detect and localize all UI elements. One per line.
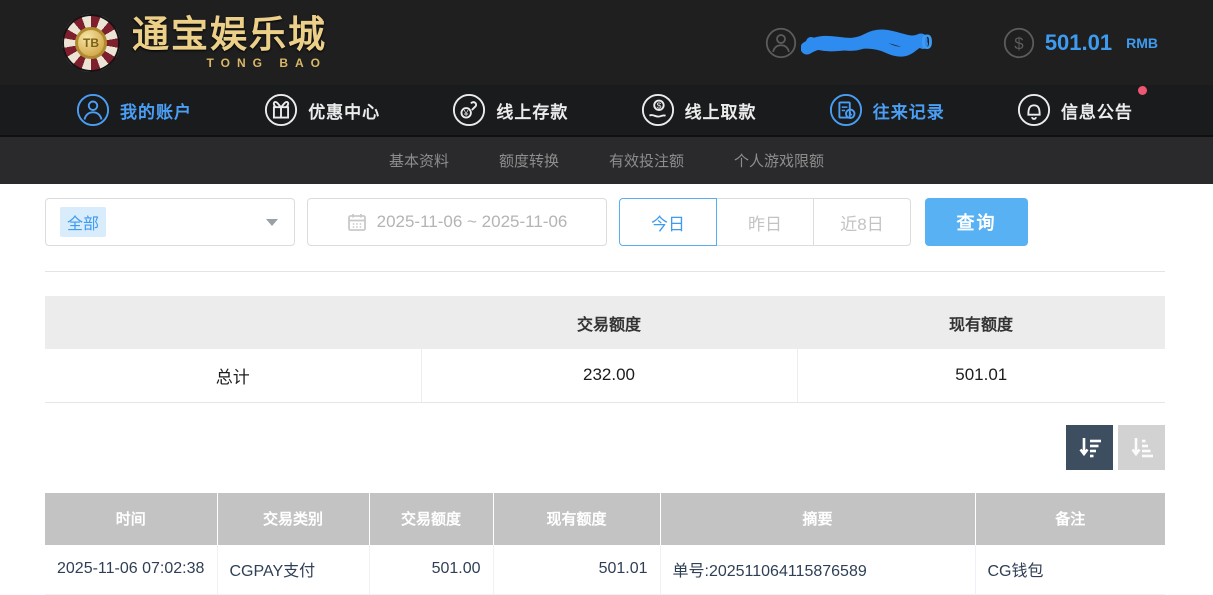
col-header-trade-amount: 交易额度 [369, 493, 493, 545]
subnav-item-valid-bets[interactable]: 有效投注额 [609, 150, 684, 171]
svg-text:¥: ¥ [463, 108, 469, 118]
summary-header-current-amount: 现有额度 [797, 296, 1165, 349]
nav-item-promotions[interactable]: 优惠中心 [264, 93, 380, 127]
subnav-item-personal-game-limit[interactable]: 个人游戏限额 [734, 150, 824, 171]
summary-header-trade-amount: 交易额度 [421, 296, 797, 349]
brand-logo[interactable]: TB 通宝娱乐城 TONG BAO [62, 14, 327, 72]
record-row: 2025-11-06 07:02:38 CGPAY支付 501.00 501.0… [45, 545, 1165, 595]
gift-icon [264, 93, 298, 127]
chevron-down-icon [266, 219, 278, 226]
col-header-current-amount: 现有额度 [493, 493, 660, 545]
nav-item-withdraw[interactable]: $ 线上取款 [641, 93, 757, 127]
balance-amount: 501.01 [1045, 30, 1112, 56]
nav-item-my-account[interactable]: 我的账户 [76, 93, 192, 127]
col-header-time: 时间 [45, 493, 217, 545]
user-icon [765, 27, 797, 59]
sort-controls [45, 425, 1165, 470]
user-account-display[interactable]: 0 [765, 27, 933, 59]
transaction-type-select[interactable]: 全部 [45, 198, 295, 246]
main-nav: 我的账户 优惠中心 ¥ 线上存款 $ 线上取款 [0, 85, 1213, 137]
svg-text:$: $ [1014, 34, 1024, 53]
nav-label: 线上取款 [685, 98, 757, 123]
nav-label: 我的账户 [120, 98, 192, 123]
date-range-input[interactable]: 2025-11-06 ~ 2025-11-06 [307, 198, 607, 246]
brand-name-cn: 通宝娱乐城 [132, 17, 327, 54]
record-transaction-type: CGPAY支付 [217, 545, 369, 595]
record-remark: CG钱包 [975, 545, 1165, 595]
nav-item-transaction-records[interactable]: 往来记录 [829, 93, 945, 127]
summary-total-label: 总计 [45, 349, 421, 402]
record-current-amount: 501.01 [493, 545, 660, 595]
sort-descending-icon [1077, 434, 1103, 460]
balance-currency: RMB [1126, 35, 1158, 51]
sort-descending-button[interactable] [1066, 425, 1113, 470]
last-8-days-button[interactable]: 近8日 [813, 198, 911, 246]
casino-chip-icon: TB [62, 14, 120, 72]
selected-type-value: 全部 [60, 207, 106, 237]
redacted-username-scribble [801, 28, 929, 58]
section-divider [45, 271, 1165, 272]
records-clipboard-icon [829, 93, 863, 127]
records-table: 时间 交易类别 交易额度 现有额度 摘要 备注 2025-11-06 07:02… [45, 493, 1165, 595]
top-header: TB 通宝娱乐城 TONG BAO 0 $ [0, 0, 1213, 85]
summary-table: 交易额度 现有额度 总计 232.00 501.01 [45, 296, 1165, 403]
nav-label: 线上存款 [496, 98, 568, 123]
balance-display: $ 501.01 RMB [1003, 27, 1158, 59]
chip-monogram: TB [75, 27, 107, 59]
summary-trade-amount-value: 232.00 [421, 349, 797, 402]
sub-nav: 基本资料 额度转换 有效投注额 个人游戏限额 [0, 137, 1213, 184]
col-header-summary: 摘要 [660, 493, 975, 545]
record-time: 2025-11-06 07:02:38 [45, 545, 217, 595]
notification-badge-dot [1138, 86, 1147, 95]
summary-current-amount-value: 501.01 [797, 349, 1165, 402]
svg-text:$: $ [656, 101, 661, 111]
col-header-remark: 备注 [975, 493, 1165, 545]
brand-name-en: TONG BAO [207, 57, 327, 69]
calendar-icon [347, 212, 367, 232]
content-area: 全部 2025-11-06 ~ 2025-11-06 今日 昨日 近8日 查询 [0, 184, 1213, 595]
date-range-value: 2025-11-06 ~ 2025-11-06 [377, 212, 568, 232]
nav-label: 优惠中心 [308, 98, 380, 123]
records-header-row: 时间 交易类别 交易额度 现有额度 摘要 备注 [45, 493, 1165, 545]
subnav-item-quota-transfer[interactable]: 额度转换 [499, 150, 559, 171]
nav-item-deposit[interactable]: ¥ 线上存款 [452, 93, 568, 127]
summary-header-empty [45, 296, 421, 349]
subnav-item-basic-info[interactable]: 基本资料 [389, 150, 449, 171]
summary-total-row: 总计 232.00 501.01 [45, 349, 1165, 402]
query-button[interactable]: 查询 [925, 198, 1028, 246]
deposit-icon: ¥ [452, 93, 486, 127]
account-icon [76, 93, 110, 127]
record-trade-amount: 501.00 [369, 545, 493, 595]
dollar-coin-icon: $ [1003, 27, 1035, 59]
sort-ascending-icon [1129, 434, 1155, 460]
sort-ascending-button[interactable] [1118, 425, 1165, 470]
bell-icon [1017, 93, 1051, 127]
filter-row: 全部 2025-11-06 ~ 2025-11-06 今日 昨日 近8日 查询 [45, 198, 1165, 246]
nav-label: 往来记录 [873, 98, 945, 123]
quick-date-button-group: 今日 昨日 近8日 [619, 198, 911, 246]
yesterday-button[interactable]: 昨日 [716, 198, 814, 246]
nav-item-announcements[interactable]: 信息公告 [1017, 93, 1133, 127]
username-visible-suffix: 0 [921, 31, 933, 55]
col-header-transaction-type: 交易类别 [217, 493, 369, 545]
nav-label: 信息公告 [1061, 98, 1133, 123]
record-summary: 单号:202511064115876589 [660, 545, 975, 595]
withdraw-icon: $ [641, 93, 675, 127]
today-button[interactable]: 今日 [619, 198, 717, 246]
